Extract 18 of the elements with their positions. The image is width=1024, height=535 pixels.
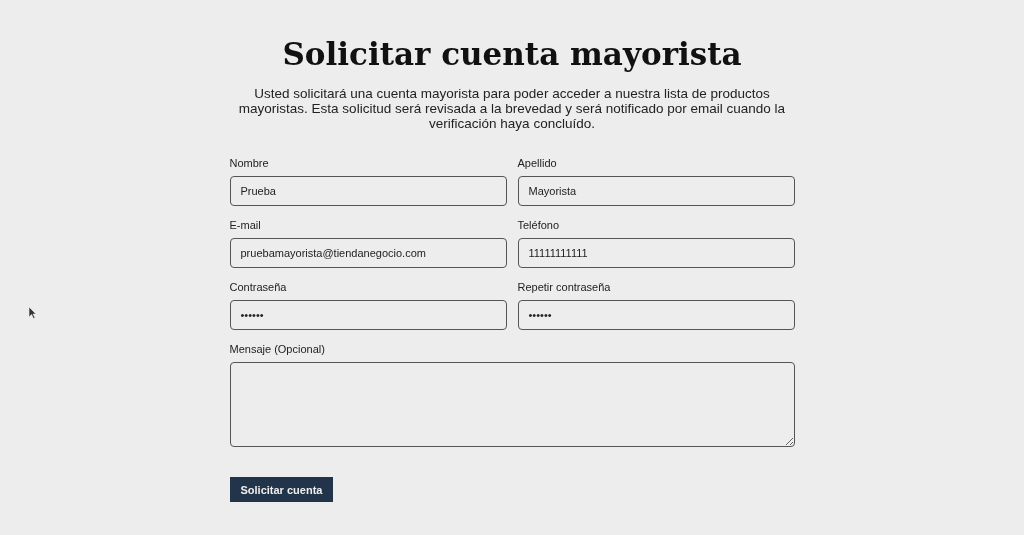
- message-field[interactable]: [229, 362, 795, 447]
- field-label: Contraseña: [229, 281, 287, 294]
- field-label: Nombre: [229, 157, 269, 170]
- page-title: Solicitar cuenta mayorista: [281, 36, 743, 72]
- input-field[interactable]: Mayorista: [517, 176, 795, 206]
- field-label: Repetir contraseña: [517, 281, 611, 294]
- field-label: Mensaje (Opcional): [229, 343, 325, 356]
- mouse-pointer-icon: [28, 306, 37, 319]
- input-field[interactable]: Prueba: [229, 176, 507, 206]
- input-field[interactable]: pruebamayorista@tiendanegocio.com: [229, 238, 507, 268]
- field-label: Teléfono: [517, 219, 560, 232]
- intro-text: Usted solicitará una cuenta mayorista para poder acceder a nuestra lista de productos mayoristas. Esta solicitud será revisada a la brevedad y será notificado por email cuando la verificación haya concluído.: [237, 86, 787, 131]
- submit-button[interactable]: Solicitar cuenta: [229, 477, 334, 502]
- field-label: Apellido: [517, 157, 557, 170]
- field-label: E-mail: [229, 219, 261, 232]
- input-field[interactable]: ••••••: [517, 300, 795, 330]
- input-field[interactable]: ••••••: [229, 300, 507, 330]
- input-field[interactable]: 11111111111: [517, 238, 795, 268]
